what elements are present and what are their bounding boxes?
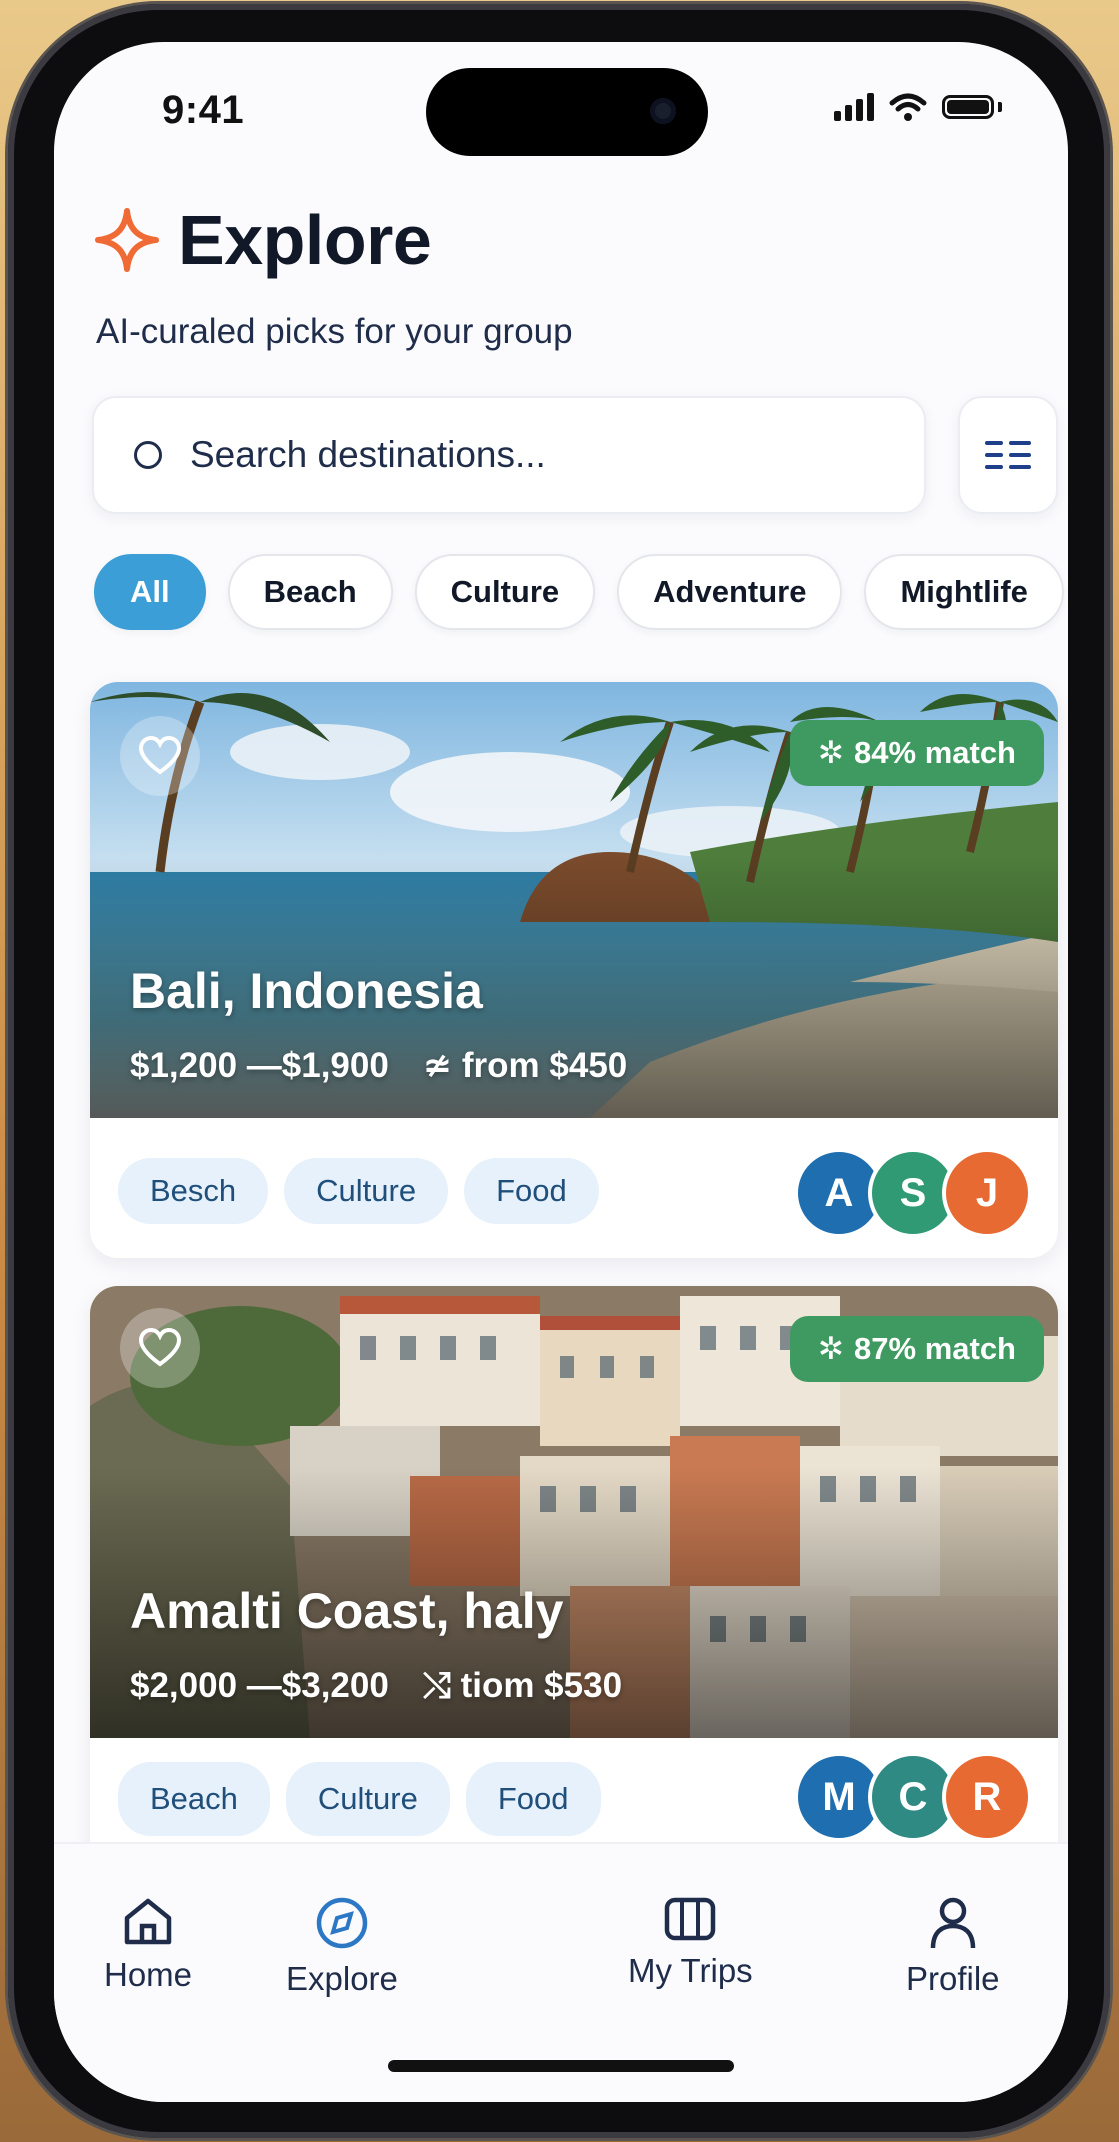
destination-name: Amalti Coast, haly [130,1583,564,1639]
tag-list: Beach Culture Food [118,1762,601,1836]
tab-label: Profile [906,1960,1000,1997]
favorite-button[interactable] [120,1308,200,1388]
match-badge: ✲ 84% match [790,720,1044,786]
card-footer: Besch Culture Food A S J [90,1118,1058,1258]
plane-icon: ≄ [422,1046,453,1085]
chip-adventure[interactable]: Adventure [617,554,843,630]
chip-all[interactable]: All [94,554,206,630]
destination-image: ✲ 87% match Amalti Coast, haly $2,000 —$… [90,1286,1058,1738]
group-avatars: A S J [794,1148,1032,1238]
page-subtitle: AI-curaled picks for your group [96,312,573,351]
tab-label: Home [104,1956,193,1993]
dynamic-island [426,68,708,156]
page-title: Explore [178,201,432,279]
app-screen: 9:41 Explore AI-curaled picks for your g… [54,42,1068,2102]
chip-beach[interactable]: Beach [227,554,393,630]
flight-price: ≄ from $450 [422,1046,628,1085]
battery-tip [998,102,1002,112]
tab-my-trips[interactable]: My Trips [628,1896,753,1990]
avatar: R [942,1752,1032,1842]
person-icon [930,1897,976,1949]
sparkle-group-icon: ✲ [818,1331,845,1366]
home-icon [124,1898,172,1945]
tab-home[interactable]: Home [104,1896,192,1994]
group-avatars: M C R [794,1752,1032,1842]
search-icon [134,441,162,469]
search-placeholder: Search destinations... [190,434,546,475]
tag-list: Besch Culture Food [118,1158,599,1224]
match-text: 84% match [854,735,1016,770]
destination-card[interactable]: ✲ 84% match Bali, Indonesia $1,200 —$1,9… [90,682,1058,1258]
tab-profile[interactable]: Profile [906,1896,1000,1998]
tab-label: Explore [286,1960,398,1997]
tag: Beach [118,1762,270,1836]
flight-price: ⤭ tiom $530 [422,1666,623,1705]
status-time: 9:41 [162,88,245,132]
list-filter-icon [985,441,1031,469]
heart-icon [138,736,182,775]
heart-icon [138,1328,182,1367]
chip-culture[interactable]: Culture [414,554,596,630]
filter-button[interactable] [958,396,1058,514]
battery-icon [942,95,994,119]
trips-icon [665,1897,716,1941]
favorite-button[interactable] [120,716,200,796]
search-input[interactable]: Search destinations... [92,396,926,514]
phone-frame: 9:41 Explore AI-curaled picks for your g… [8,4,1110,2138]
tag: Culture [284,1158,449,1224]
match-text: 87% match [854,1331,1016,1366]
destination-card[interactable]: ✲ 87% match Amalti Coast, haly $2,000 —$… [90,1286,1058,1878]
tag: Food [464,1158,599,1224]
destination-price: $1,200 —$1,900 ≄ from $450 [130,1046,627,1086]
status-icons [834,92,1002,122]
tag: Besch [118,1158,269,1224]
sparkle-group-icon: ✲ [818,735,845,770]
category-chips: All Beach Culture Adventure Mightlife [94,554,1064,630]
tag: Food [465,1762,601,1836]
bottom-tab-bar: Home Explore My Trips Profile [54,1842,1068,2102]
page-header: Explore [94,200,432,280]
tab-label: My Trips [628,1952,753,1989]
price-range: $1,200 —$1,900 [130,1046,389,1085]
sparkle-icon [95,208,159,272]
avatar: J [942,1148,1032,1238]
destination-price: $2,000 —$3,200 ⤭ tiom $530 [130,1666,622,1706]
chip-nightlife[interactable]: Mightlife [864,554,1064,630]
signal-icon [834,93,874,121]
camera-icon [650,98,676,124]
destination-name: Bali, Indonesia [130,963,483,1019]
tag: Culture [285,1762,450,1836]
match-badge: ✲ 87% match [790,1316,1044,1382]
wifi-icon [889,93,927,121]
compass-icon [316,1897,368,1949]
tab-explore[interactable]: Explore [286,1896,398,1998]
plane-icon: ⤭ [422,1666,451,1705]
price-range: $2,000 —$3,200 [130,1666,389,1705]
home-indicator[interactable] [388,2060,734,2072]
destination-image: ✲ 84% match Bali, Indonesia $1,200 —$1,9… [90,682,1058,1118]
